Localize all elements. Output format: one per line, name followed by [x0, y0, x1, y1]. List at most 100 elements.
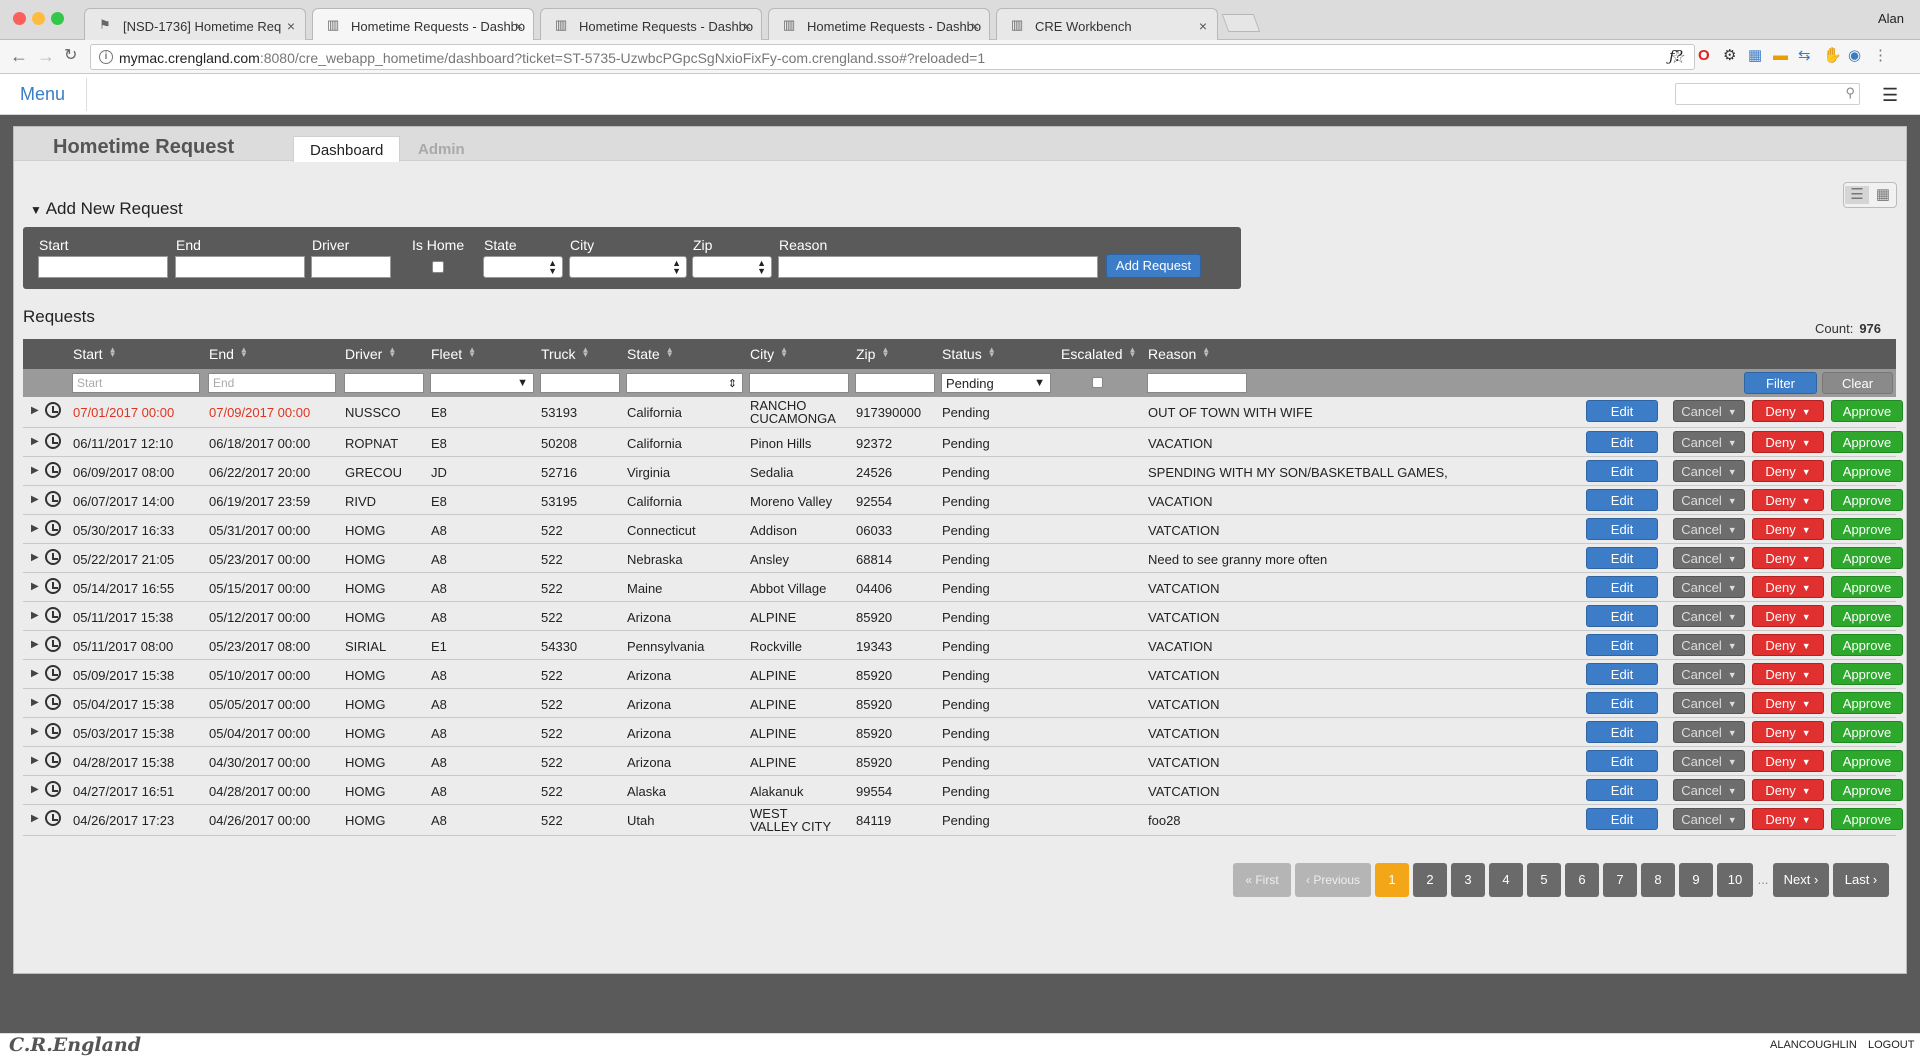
filter-truck-input[interactable] — [540, 373, 620, 393]
edit-button[interactable]: Edit — [1586, 576, 1658, 598]
deny-dropdown-button[interactable]: Deny ▼ — [1752, 460, 1824, 482]
filter-status-select[interactable]: Pending ▼ — [941, 373, 1051, 393]
cancel-dropdown-button[interactable]: Cancel ▼ — [1673, 779, 1745, 801]
column-fleet[interactable]: Fleet ▲ ▼ — [431, 346, 476, 363]
history-clock-icon[interactable] — [45, 549, 61, 565]
edit-button[interactable]: Edit — [1586, 808, 1658, 830]
column-driver[interactable]: Driver ▲ ▼ — [345, 346, 396, 363]
global-search-input[interactable]: ⚲ — [1675, 83, 1860, 105]
reason-input[interactable] — [778, 256, 1098, 278]
page-button-3[interactable]: 3 — [1451, 863, 1485, 897]
table-row[interactable]: ▶ 04/27/2017 16:51 04/28/2017 00:00 HOMG A8 5… — [23, 776, 1903, 805]
column-start[interactable]: Start ▲ ▼ — [73, 346, 117, 363]
edit-button[interactable]: Edit — [1586, 721, 1658, 743]
approve-button[interactable]: Approve — [1831, 750, 1903, 772]
edit-button[interactable]: Edit — [1586, 634, 1658, 656]
approve-button[interactable]: Approve — [1831, 808, 1903, 830]
state-select[interactable]: ▲ ▼ — [483, 256, 563, 278]
grid-view-icon[interactable]: ▦ — [1871, 186, 1895, 204]
expand-row-icon[interactable]: ▶ — [31, 523, 39, 534]
cancel-dropdown-button[interactable]: Cancel ▼ — [1673, 721, 1745, 743]
edit-button[interactable]: Edit — [1586, 605, 1658, 627]
notifications-menu-icon[interactable]: ☰ — [1882, 86, 1898, 104]
back-icon[interactable]: ← — [10, 47, 28, 65]
cancel-dropdown-button[interactable]: Cancel ▼ — [1673, 400, 1745, 422]
end-input[interactable] — [175, 256, 305, 278]
history-clock-icon[interactable] — [45, 694, 61, 710]
column-truck[interactable]: Truck ▲ ▼ — [541, 346, 589, 363]
info-icon[interactable]: i — [99, 50, 113, 64]
expand-row-icon[interactable]: ▶ — [31, 494, 39, 505]
add-request-toggle[interactable]: ▼ Add New Request — [30, 199, 183, 219]
table-row[interactable]: ▶ 06/07/2017 14:00 06/19/2017 23:59 RIVD E8 5… — [23, 486, 1903, 515]
approve-button[interactable]: Approve — [1831, 431, 1903, 453]
deny-dropdown-button[interactable]: Deny ▼ — [1752, 721, 1824, 743]
expand-row-icon[interactable]: ▶ — [31, 697, 39, 708]
table-row[interactable]: ▶ 05/04/2017 15:38 05/05/2017 00:00 HOMG A8 5… — [23, 689, 1903, 718]
close-tab-icon[interactable]: × — [971, 18, 979, 34]
edit-button[interactable]: Edit — [1586, 663, 1658, 685]
table-row[interactable]: ▶ 05/03/2017 15:38 05/04/2017 00:00 HOMG A8 5… — [23, 718, 1903, 747]
cancel-dropdown-button[interactable]: Cancel ▼ — [1673, 605, 1745, 627]
column-reason[interactable]: Reason ▲ ▼ — [1148, 346, 1210, 363]
start-input[interactable] — [38, 256, 168, 278]
table-row[interactable]: ▶ 05/11/2017 08:00 05/23/2017 08:00 SIRIAL E… — [23, 631, 1903, 660]
page-button-5[interactable]: 5 — [1527, 863, 1561, 897]
zoom-window-button[interactable] — [51, 12, 64, 25]
add-request-button[interactable]: Add Request — [1106, 254, 1201, 278]
close-window-button[interactable] — [13, 12, 26, 25]
close-tab-icon[interactable]: × — [743, 18, 751, 34]
function-extension-icon[interactable]: ƒ? — [1669, 47, 1683, 65]
close-tab-icon[interactable]: × — [1199, 18, 1207, 34]
cancel-dropdown-button[interactable]: Cancel ▼ — [1673, 808, 1745, 830]
deny-dropdown-button[interactable]: Deny ▼ — [1752, 692, 1824, 714]
close-tab-icon[interactable]: × — [515, 18, 523, 34]
expand-row-icon[interactable]: ▶ — [31, 581, 39, 592]
column-state[interactable]: State ▲ ▼ — [627, 346, 674, 363]
arrows-extension-icon[interactable]: ⇆ — [1798, 47, 1811, 65]
deny-dropdown-button[interactable]: Deny ▼ — [1752, 663, 1824, 685]
edit-button[interactable]: Edit — [1586, 400, 1658, 422]
deny-dropdown-button[interactable]: Deny ▼ — [1752, 605, 1824, 627]
menu-link[interactable]: Menu — [20, 84, 65, 105]
filter-end-input[interactable]: End — [208, 373, 336, 393]
url-input[interactable]: i mymac.crengland.com:8080/cre_webapp_ho… — [90, 44, 1695, 70]
page-button-6[interactable]: 6 — [1565, 863, 1599, 897]
expand-row-icon[interactable]: ▶ — [31, 405, 39, 416]
deny-dropdown-button[interactable]: Deny ▼ — [1752, 576, 1824, 598]
approve-button[interactable]: Approve — [1831, 605, 1903, 627]
column-status[interactable]: Status ▲ ▼ — [942, 346, 996, 363]
edit-button[interactable]: Edit — [1586, 750, 1658, 772]
page-button-10[interactable]: 10 — [1717, 863, 1753, 897]
browser-tab[interactable]: ▥ Hometime Requests - Dashbo × — [312, 8, 534, 41]
is-home-checkbox[interactable] — [432, 261, 444, 273]
calendar-extension-icon[interactable]: ▦ — [1748, 47, 1762, 65]
approve-button[interactable]: Approve — [1831, 489, 1903, 511]
deny-dropdown-button[interactable]: Deny ▼ — [1752, 518, 1824, 540]
deny-dropdown-button[interactable]: Deny ▼ — [1752, 634, 1824, 656]
filter-city-input[interactable] — [749, 373, 849, 393]
table-row[interactable]: ▶ 06/09/2017 08:00 06/22/2017 20:00 GRECOU J… — [23, 457, 1903, 486]
approve-button[interactable]: Approve — [1831, 400, 1903, 422]
next-page-button[interactable]: Next › — [1773, 863, 1829, 897]
history-clock-icon[interactable] — [45, 433, 61, 449]
browser-tab[interactable]: ▥ Hometime Requests - Dashbo × — [768, 8, 990, 40]
approve-button[interactable]: Approve — [1831, 634, 1903, 656]
deny-dropdown-button[interactable]: Deny ▼ — [1752, 400, 1824, 422]
browser-tab[interactable]: ⚑ [NSD-1736] Hometime Req × — [84, 8, 306, 40]
history-clock-icon[interactable] — [45, 665, 61, 681]
edit-button[interactable]: Edit — [1586, 431, 1658, 453]
filter-fleet-select[interactable]: ▼ — [430, 373, 534, 393]
page-button-7[interactable]: 7 — [1603, 863, 1637, 897]
filter-escalated-checkbox[interactable] — [1092, 377, 1103, 388]
table-row[interactable]: ▶ 05/09/2017 15:38 05/10/2017 00:00 HOMG A8 5… — [23, 660, 1903, 689]
history-clock-icon[interactable] — [45, 752, 61, 768]
expand-row-icon[interactable]: ▶ — [31, 668, 39, 679]
history-clock-icon[interactable] — [45, 491, 61, 507]
edit-button[interactable]: Edit — [1586, 779, 1658, 801]
approve-button[interactable]: Approve — [1831, 721, 1903, 743]
reload-icon[interactable]: ↻ — [64, 47, 77, 65]
table-row[interactable]: ▶ 05/30/2017 16:33 05/31/2017 00:00 HOMG A8 5… — [23, 515, 1903, 544]
notes-extension-icon[interactable]: ▬ — [1773, 47, 1788, 65]
history-clock-icon[interactable] — [45, 402, 61, 418]
